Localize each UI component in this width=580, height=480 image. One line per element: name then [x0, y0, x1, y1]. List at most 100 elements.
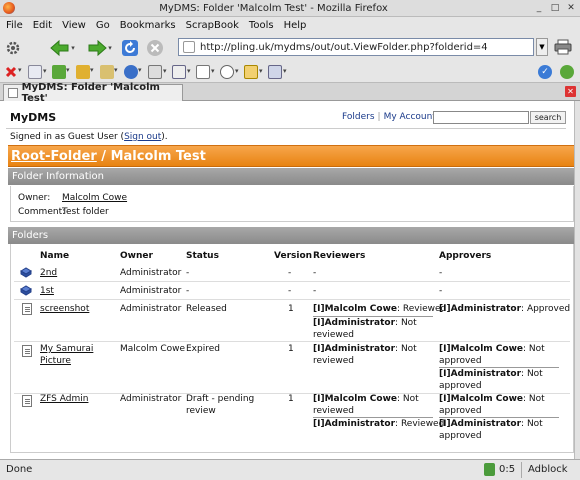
root-folder-link[interactable]: Root-Folder: [11, 149, 97, 164]
maximize-button[interactable]: □: [548, 2, 562, 14]
col-reviewers: Reviewers: [313, 251, 366, 261]
close-red-icon[interactable]: [4, 65, 22, 79]
my-account-link[interactable]: My Account: [384, 112, 436, 122]
status-icon[interactable]: [560, 65, 574, 79]
approver-entry: [I]Administrator: Not: [439, 418, 543, 430]
menu-bookmarks[interactable]: Bookmarks: [120, 20, 176, 31]
row-name-link-cont[interactable]: Picture: [40, 355, 71, 367]
approver-name: [I]Malcolm Cowe: [439, 344, 524, 354]
checkmark-icon[interactable]: ✓: [538, 65, 552, 79]
url-text[interactable]: http://pling.uk/mydms/out/out.ViewFolder…: [200, 42, 488, 53]
approver-entry: [I]Administrator: Approved: [439, 303, 570, 315]
css-icon[interactable]: [28, 65, 47, 79]
approver-name: [I]Malcolm Cowe: [439, 394, 524, 404]
url-bar[interactable]: http://pling.uk/mydms/out/out.ViewFolder…: [178, 38, 534, 56]
row-owner: Malcolm Cowe: [120, 344, 186, 354]
stop-icon[interactable]: [144, 37, 166, 59]
menu-go[interactable]: Go: [96, 20, 110, 31]
forward-button[interactable]: ▾: [82, 37, 116, 59]
menu-edit[interactable]: Edit: [33, 20, 52, 31]
approver-entry: [I]Malcolm Cowe: Not: [439, 343, 545, 355]
reviewer-name: [I]Administrator: [313, 419, 396, 429]
row-divider: [14, 341, 570, 342]
firefox-icon: [3, 2, 15, 14]
folders-heading: Folders: [8, 227, 574, 244]
menu-view[interactable]: View: [62, 20, 86, 31]
puzzle-icon[interactable]: [52, 65, 70, 79]
minimize-button[interactable]: _: [532, 2, 546, 14]
approver-status: : Not: [521, 419, 543, 429]
close-window-button[interactable]: ✕: [564, 2, 578, 14]
check-icon[interactable]: [196, 65, 215, 79]
search-input[interactable]: [433, 111, 529, 124]
menubar: File Edit View Go Bookmarks ScrapBook To…: [0, 17, 580, 34]
tab-favicon-icon: [8, 88, 18, 98]
col-approvers: Approvers: [439, 251, 492, 261]
approver-status-cont: approved: [439, 431, 482, 441]
close-tab-icon[interactable]: ✕: [565, 86, 576, 97]
info-icon[interactable]: [124, 65, 142, 79]
clock-icon[interactable]: [220, 65, 239, 79]
reviewer-name: [I]Malcolm Cowe: [313, 394, 398, 404]
row-owner: Administrator: [120, 268, 182, 278]
navigation-toolbar: ▾ ▾ http://pling.uk/mydms/out/out.ViewFo…: [0, 34, 580, 62]
back-button[interactable]: ▾: [45, 37, 79, 59]
owner-link[interactable]: Malcolm Cowe: [62, 193, 127, 203]
search-button[interactable]: search: [530, 111, 566, 124]
gear-icon[interactable]: [3, 37, 23, 59]
reload-icon[interactable]: [119, 37, 141, 59]
breadcrumb: Root-Folder / Malcolm Test: [8, 145, 574, 167]
document-icon: [22, 395, 32, 407]
menu-scrapbook[interactable]: ScrapBook: [186, 20, 239, 31]
reviewer-name: [I]Administrator: [313, 318, 396, 328]
sign-out-link[interactable]: Sign out: [124, 132, 161, 142]
page-scrollbar[interactable]: [574, 101, 580, 459]
document-icon: [22, 345, 32, 357]
approver-status: : Approved: [521, 304, 571, 314]
row-status: Released: [186, 304, 227, 314]
printer-icon[interactable]: [554, 39, 572, 55]
url-dropdown-button[interactable]: ▼: [536, 38, 548, 56]
row-status: Draft - pending: [186, 394, 255, 404]
folders-link[interactable]: Folders: [342, 112, 375, 122]
approver-name: [I]Administrator: [439, 369, 522, 379]
extension-status-icon[interactable]: [484, 463, 495, 476]
reviewer-name: [I]Malcolm Cowe: [313, 304, 398, 314]
row-divider: [14, 281, 570, 282]
row-name-link[interactable]: My Samurai: [40, 343, 93, 355]
tab-bar: MyDMS: Folder 'Malcolm Test' ✕: [0, 82, 580, 104]
reviewer-status-cont: reviewed: [313, 356, 355, 366]
current-folder-title: Malcolm Test: [110, 149, 206, 164]
row-version: 1: [288, 394, 294, 404]
resize-icon[interactable]: [244, 65, 263, 79]
menu-tools[interactable]: Tools: [249, 20, 274, 31]
folder-icon: [20, 285, 32, 296]
lock-icon[interactable]: [76, 65, 94, 79]
header-links: Folders | My Account: [342, 112, 436, 122]
approver-name: [I]Administrator: [439, 304, 522, 314]
approver-entry: [I]Administrator: Not: [439, 368, 543, 380]
row-name-link[interactable]: 2nd: [40, 267, 57, 279]
status-bar: Done 0:5 Adblock: [0, 459, 580, 480]
status-separator: [521, 462, 522, 478]
comment-label: Comment:: [18, 207, 66, 217]
approver-status-cont: approved: [439, 356, 482, 366]
tools-icon[interactable]: [268, 65, 287, 79]
reviewer-entry: [I]Malcolm Cowe: Reviewed: [313, 303, 446, 315]
col-version: Version: [274, 251, 313, 261]
row-name-link[interactable]: 1st: [40, 285, 54, 297]
tab-mydms-folder[interactable]: MyDMS: Folder 'Malcolm Test': [3, 82, 183, 104]
row-status: Expired: [186, 344, 220, 354]
menu-help[interactable]: Help: [284, 20, 307, 31]
row-divider: [14, 299, 570, 300]
page-content: MyDMS Folders | My Account search Signed i…: [0, 101, 574, 459]
misc-icon[interactable]: [148, 65, 167, 79]
menu-file[interactable]: File: [6, 20, 23, 31]
col-status: Status: [186, 251, 219, 261]
wand-icon[interactable]: [100, 65, 118, 79]
approver-status: : Not: [523, 344, 545, 354]
edit-icon[interactable]: [172, 65, 191, 79]
row-name-link[interactable]: screenshot: [40, 303, 89, 315]
row-name-link[interactable]: ZFS Admin: [40, 393, 88, 405]
adblock-button[interactable]: Adblock: [528, 464, 568, 475]
